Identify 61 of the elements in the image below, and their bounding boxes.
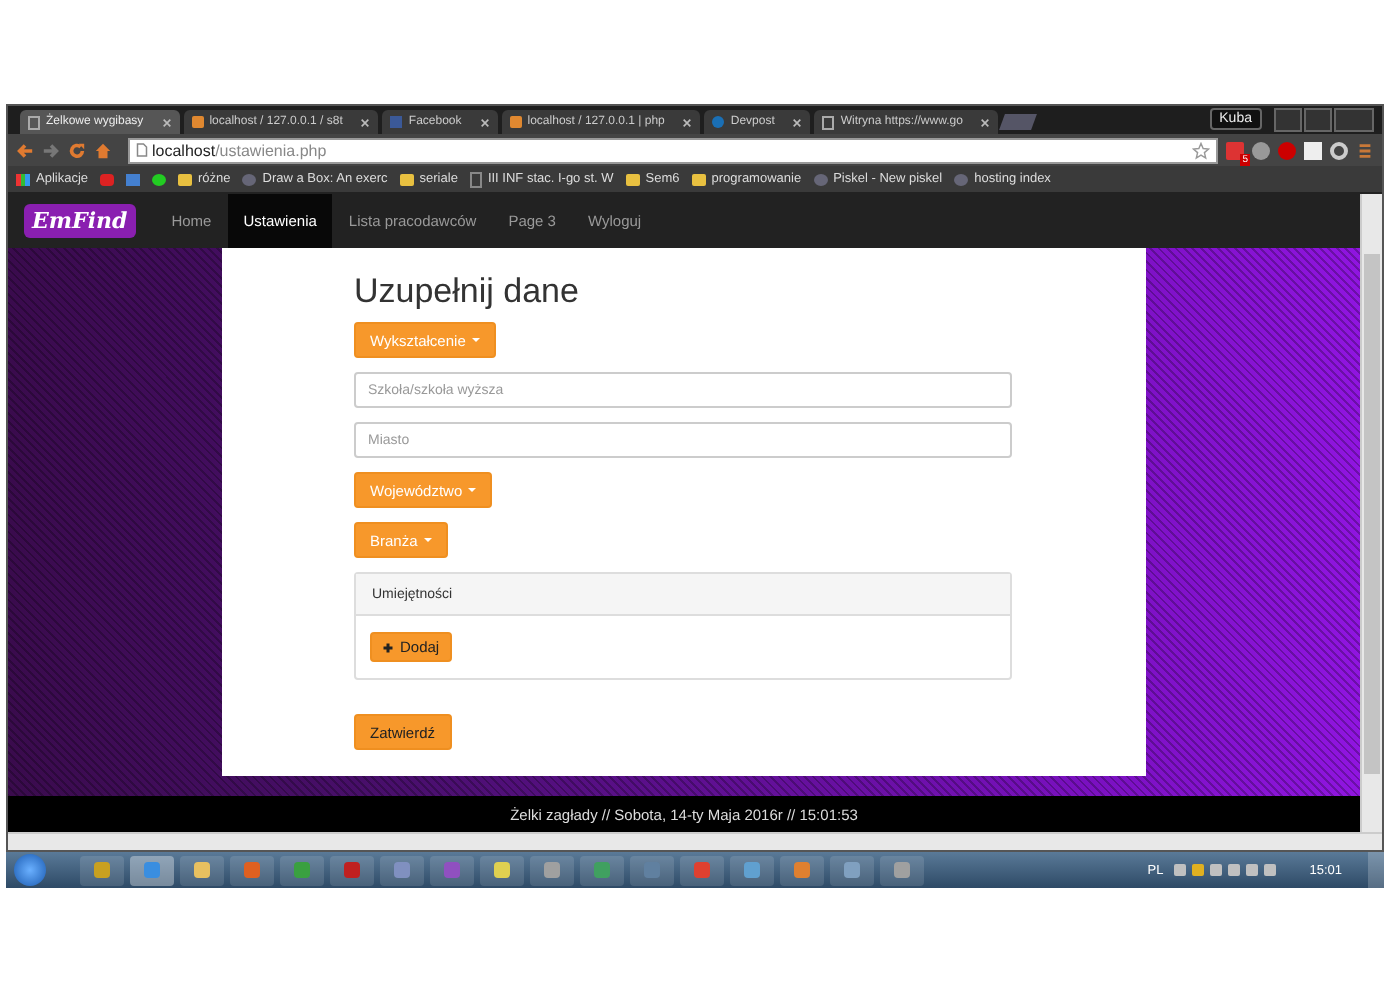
taskbar-app-icon[interactable] [730,855,774,885]
site-icon [954,173,969,185]
taskbar-app-icon[interactable] [480,855,524,885]
extension-icon[interactable] [1330,141,1348,159]
taskbar-app-icon[interactable] [380,855,424,885]
page-icon [28,115,40,129]
square-icon [390,116,403,128]
site-icon [242,173,257,185]
extension-icon[interactable] [1252,141,1270,159]
show-desktop-button[interactable] [1368,852,1384,888]
site-icon [509,116,522,128]
taskbar-app-icon[interactable] [530,855,574,885]
page-icon [822,115,835,129]
taskbar-app-icon[interactable] [680,855,724,885]
taskbar-app-icon[interactable] [230,855,274,885]
address-bar[interactable]: localhost/ustawienia.php [128,137,1218,163]
site-icon[interactable] [126,173,141,185]
taskbar-app-icon[interactable] [430,855,474,885]
site-icon [191,116,204,128]
close-icon[interactable] [682,117,693,127]
caret-icon [468,488,477,492]
menu-icon[interactable] [1356,141,1374,159]
site-icon [813,173,828,185]
close-icon[interactable] [792,117,803,127]
taskbar-app-icon[interactable] [280,855,324,885]
folder-icon [399,173,414,185]
home-icon[interactable] [94,141,112,159]
taskbar-app-icon[interactable] [780,855,824,885]
taskbar-app-icon[interactable] [330,855,374,885]
start-button[interactable] [14,854,46,886]
folder-icon [691,173,706,185]
circle-icon[interactable] [152,173,167,185]
brand-logo[interactable]: EmFind [24,204,136,238]
plus-icon [382,641,394,653]
folder-icon [625,173,640,185]
window-controls[interactable] [1274,108,1374,132]
page-icon [136,142,148,158]
horizontal-scrollbar[interactable] [8,832,1382,850]
forward-arrow-icon[interactable] [42,141,60,159]
close-icon[interactable] [161,117,172,127]
page-heading: Uzupełnij dane [354,272,579,312]
taskbar-app-icon[interactable] [830,855,874,885]
taskbar-app-icon[interactable] [880,855,924,885]
apps-grid-icon [16,173,30,185]
taskbar-app-icon[interactable] [130,855,174,885]
caret-icon [423,538,432,542]
vertical-scrollbar[interactable] [1360,194,1382,832]
taskbar-app-icon[interactable] [580,855,624,885]
taskbar-app-icon[interactable] [180,855,224,885]
close-icon[interactable] [479,117,490,127]
close-icon[interactable] [980,117,991,127]
page-icon [469,171,482,187]
back-arrow-icon[interactable] [16,141,34,159]
taskbar-app-icon[interactable] [630,855,674,885]
close-icon[interactable] [360,117,371,127]
reload-icon[interactable] [68,141,86,159]
caret-icon [471,338,480,342]
star-icon[interactable] [1192,141,1210,159]
taskbar-app-icon[interactable] [80,855,124,885]
folder-icon [178,173,193,185]
circle-icon [712,116,725,128]
